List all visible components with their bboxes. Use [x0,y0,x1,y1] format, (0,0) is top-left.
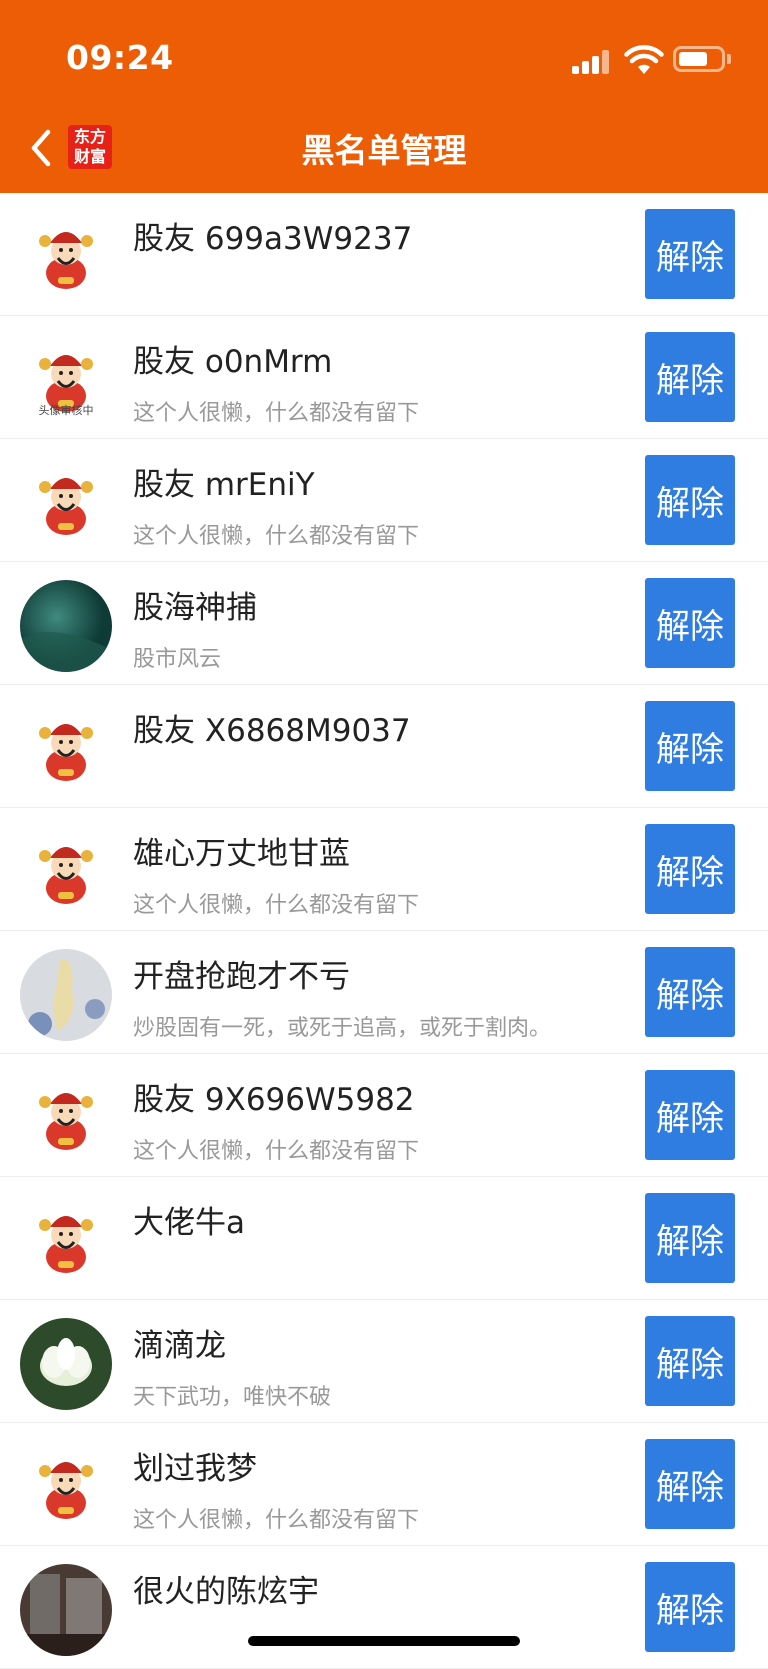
blacklist-row: 股友 9X696W5982 这个人很懒，什么都没有留下 解除 [0,1054,768,1177]
user-signature: 这个人很懒，什么都没有留下 [133,893,420,918]
avatar[interactable] [20,1441,112,1533]
blacklist-row: 滴滴龙天下武功，唯快不破 解除 [0,1300,768,1423]
review-text: 头像审核中 [39,403,94,417]
avatar[interactable] [20,703,112,795]
user-name: 股友 mrEniY [133,467,315,503]
battery-nub [727,54,731,64]
blacklist-row: 股友 X6868M9037 解除 [0,685,768,808]
unblock-button[interactable]: 解除 [645,1316,735,1406]
blacklist-row: 雄心万丈地甘蓝这个人很懒，什么都没有留下 解除 [0,808,768,931]
blacklist-row: 开盘抢跑才不亏炒股固有一死，或死于追高，或死于割肉。 解除 [0,931,768,1054]
user-signature: 这个人很懒，什么都没有留下 [133,1139,420,1164]
app-header: 09:24 东方 财富 黑名单管理 [0,0,768,193]
blacklist-row: 头像审核中 股友 o0nMrm 这个人很懒，什么都没有留下 解除 [0,316,768,439]
user-signature: 这个人很懒，什么都没有留下 [133,401,420,426]
avatar[interactable] [20,1195,112,1287]
home-indicator [248,1636,520,1646]
user-signature: 股市风云 [133,647,222,672]
blacklist-row: 股友 mrEniY 这个人很懒，什么都没有留下 解除 [0,439,768,562]
user-name: 开盘抢跑才不亏 [133,959,350,995]
user-signature: 炒股固有一死，或死于追高，或死于割肉。 [133,1016,552,1041]
unblock-button[interactable]: 解除 [645,947,735,1037]
blacklist-row: 划过我梦这个人很懒，什么都没有留下 解除 [0,1423,768,1546]
blacklist-row: 股海神捕股市风云 解除 [0,562,768,685]
status-time: 09:24 [66,38,174,77]
user-name: 雄心万丈地甘蓝 [133,836,350,872]
user-name: 大佬牛a [133,1205,245,1241]
unblock-button[interactable]: 解除 [645,1439,735,1529]
page-title: 黑名单管理 [301,131,467,170]
user-name: 股海神捕 [133,590,257,626]
wifi-icon [624,45,664,74]
blacklist-row: 大佬牛a 解除 [0,1177,768,1300]
user-name: 滴滴龙 [133,1328,226,1364]
avatar[interactable] [20,1564,112,1656]
avatar[interactable] [20,1072,112,1164]
avatar[interactable] [20,457,112,549]
user-signature: 天下武功，唯快不破 [133,1385,332,1410]
user-signature: 这个人很懒，什么都没有留下 [133,1508,420,1533]
user-name: 股友 o0nMrm [133,344,333,380]
user-signature: 这个人很懒，什么都没有留下 [133,524,420,549]
unblock-button[interactable]: 解除 [645,1562,735,1652]
user-name: 很火的陈炫宇 [133,1574,319,1610]
battery-icon [673,46,725,72]
avatar[interactable] [20,826,112,918]
user-name: 股友 699a3W9237 [133,221,413,257]
avatar[interactable] [20,580,112,672]
unblock-button[interactable]: 解除 [645,1193,735,1283]
user-name: 股友 9X696W5982 [133,1082,415,1118]
user-name: 股友 X6868M9037 [133,713,411,749]
blacklist-row: 股友 699a3W9237 解除 [0,193,768,316]
avatar[interactable] [20,949,112,1041]
unblock-button[interactable]: 解除 [645,701,735,791]
blacklist-list: 股友 699a3W9237 解除 头像审核中 股友 o0nMrm 这个人很懒，什么都没有… [0,193,768,1669]
avatar[interactable] [20,1318,112,1410]
unblock-button[interactable]: 解除 [645,455,735,545]
blacklist-row: 很火的陈炫宇 解除 [0,1546,768,1669]
avatar[interactable] [20,211,112,303]
signal-icon [572,50,612,74]
unblock-button[interactable]: 解除 [645,578,735,668]
avatar[interactable]: 头像审核中 [20,334,112,426]
unblock-button[interactable]: 解除 [645,209,735,299]
unblock-button[interactable]: 解除 [645,824,735,914]
user-name: 划过我梦 [133,1451,257,1487]
unblock-button[interactable]: 解除 [645,332,735,422]
unblock-button[interactable]: 解除 [645,1070,735,1160]
